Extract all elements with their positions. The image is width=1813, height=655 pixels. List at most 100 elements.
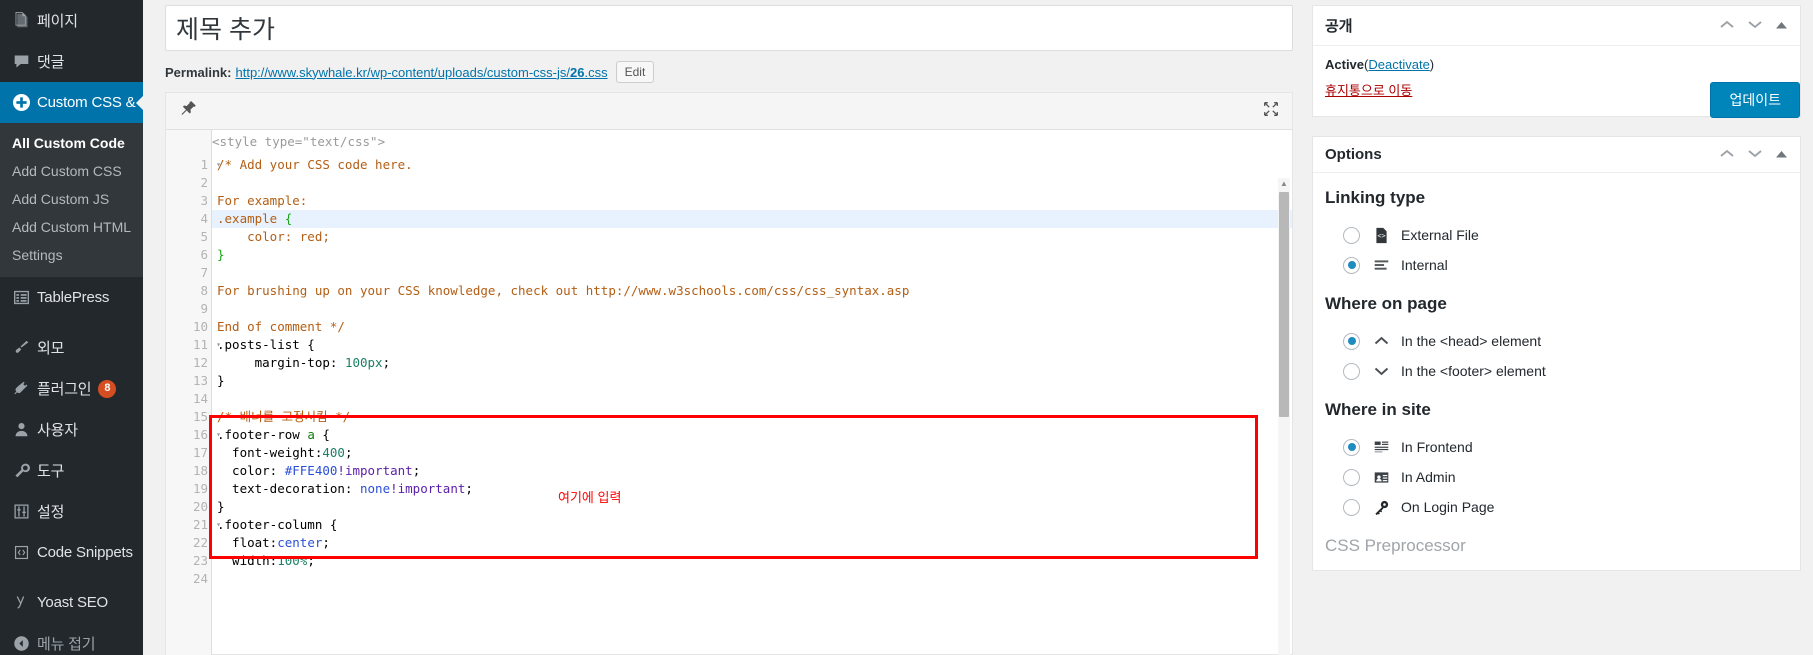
toggle-panel-icon[interactable] [1775, 19, 1788, 32]
sidebar-item-pages[interactable]: 페이지 [0, 0, 143, 41]
sidebar-item-tools[interactable]: 도구 [0, 450, 143, 491]
sidebar-item-plugins[interactable]: 플러그인 8 [0, 368, 143, 409]
line-number: 9 [200, 301, 208, 316]
code-token: #FFE400 [284, 463, 338, 478]
submenu-item-all-custom-code[interactable]: All Custom Code [0, 129, 143, 157]
code-line[interactable]: text-decoration: none!important; [212, 480, 1292, 498]
toggle-panel-icon[interactable] [1775, 148, 1788, 161]
publish-status-row: Active(Deactivate) [1325, 57, 1788, 72]
custom-css-js-submenu: All Custom Code Add Custom CSS Add Custo… [0, 123, 143, 277]
chevron-down-icon[interactable] [1747, 19, 1763, 32]
code-line[interactable] [212, 390, 1292, 408]
sidebar-item-appearance[interactable]: 외모 [0, 327, 143, 368]
sidebar-item-yoast-seo[interactable]: Yoast SEO [0, 582, 143, 623]
line-number: 7 [200, 265, 208, 280]
sidebar-item-settings[interactable]: 설정 [0, 491, 143, 532]
code-line[interactable]: /* Add your CSS code here. [212, 156, 1292, 174]
sidebar-item-users[interactable]: 사용자 [0, 409, 143, 450]
code-line[interactable]: End of comment */ [212, 318, 1292, 336]
table-icon [8, 289, 34, 306]
radio-button[interactable] [1343, 362, 1360, 380]
option-group-title: Where in site [1325, 400, 1431, 419]
code-line[interactable]: float:center; [212, 534, 1292, 552]
sidebar-item-comments[interactable]: 댓글 [0, 41, 143, 82]
radio-option-label: External File [1401, 227, 1479, 243]
code-line[interactable]: } [212, 498, 1292, 516]
code-line-numbers: 1 ▾ 2 3 4 5 6 7 8 9 10 11 ▾ 12 13 14 15 ▾ 16 ▾ 17 18 19 20 21 ▾ 22… [166, 130, 221, 655]
update-button[interactable]: 업데이트 [1710, 82, 1800, 118]
code-line[interactable]: .footer-column { [212, 516, 1292, 534]
sidebar-item-label: 외모 [37, 340, 65, 357]
radio-option-internal[interactable]: Internal [1343, 250, 1788, 280]
code-line[interactable]: /* 배너를 고정시킴 */ [212, 408, 1292, 426]
radio-option-in-admin[interactable]: In Admin [1343, 462, 1788, 492]
pin-icon[interactable] [178, 99, 198, 124]
sidebar-collapse-menu[interactable]: 메뉴 접기 [0, 623, 143, 655]
radio-button[interactable] [1343, 226, 1360, 244]
submenu-item-add-custom-css[interactable]: Add Custom CSS [0, 157, 143, 185]
code-line[interactable]: } [212, 372, 1292, 390]
submenu-item-add-custom-html[interactable]: Add Custom HTML [0, 213, 143, 241]
post-title-input[interactable] [165, 5, 1293, 51]
code-token: End of comment */ [217, 319, 345, 334]
radio-option-label: In Frontend [1401, 439, 1473, 455]
code-line[interactable]: font-weight:400; [212, 444, 1292, 462]
code-line[interactable]: } [212, 246, 1292, 264]
scrollbar-thumb[interactable] [1279, 192, 1289, 417]
permalink-url[interactable]: http://www.skywhale.kr/wp-content/upload… [235, 65, 607, 80]
radio-option-in-the-footer-element[interactable]: In the <footer> element [1343, 356, 1788, 386]
line-number: 24 [192, 571, 208, 586]
line-number: 13 [192, 373, 208, 388]
code-line[interactable] [212, 300, 1292, 318]
code-token: } [217, 499, 225, 514]
code-line[interactable] [212, 174, 1292, 192]
radio-button[interactable] [1343, 256, 1360, 274]
radio-option-in-frontend[interactable]: In Frontend [1343, 432, 1788, 462]
post-editor-column: Permalink: http://www.skywhale.kr/wp-con… [165, 0, 1293, 655]
submenu-item-settings[interactable]: Settings [0, 241, 143, 269]
line-number: 17 [192, 445, 208, 460]
chevron-up-icon[interactable] [1719, 148, 1735, 161]
chevron-up-icon[interactable] [1719, 19, 1735, 32]
scroll-up-arrow-icon[interactable]: ▲ [1278, 178, 1290, 190]
line-number: 3 [200, 193, 208, 208]
code-line[interactable] [212, 264, 1292, 282]
submenu-item-add-custom-js[interactable]: Add Custom JS [0, 185, 143, 213]
code-text-area[interactable]: /* Add your CSS code here. For example:.… [212, 130, 1292, 655]
publish-box-title: 공개 [1325, 18, 1353, 35]
sidebar-item-tablepress[interactable]: TablePress [0, 277, 143, 318]
code-token: color: red; [217, 229, 330, 244]
code-line[interactable] [212, 570, 1292, 588]
code-editor-body[interactable]: <style type="text/css"> 1 ▾ 2 3 4 5 6 7 8 9 10 11 ▾ 1… [166, 130, 1292, 655]
radio-button[interactable] [1343, 468, 1360, 486]
code-line[interactable]: color: red; [212, 228, 1292, 246]
code-line[interactable]: For brushing up on your CSS knowledge, c… [212, 282, 1292, 300]
radio-button[interactable] [1343, 498, 1360, 516]
sidebar-divider [0, 573, 143, 582]
code-line[interactable]: .footer-row a { [212, 426, 1292, 444]
code-line[interactable]: .posts-list { [212, 336, 1292, 354]
code-line[interactable]: margin-top: 100px; [212, 354, 1292, 372]
radio-option-in-the-head-element[interactable]: In the <head> element [1343, 326, 1788, 356]
frontend-layout-icon [1371, 439, 1391, 456]
edit-permalink-button[interactable]: Edit [615, 61, 655, 83]
code-line[interactable]: For example: [212, 192, 1292, 210]
code-line[interactable]: width:100%; [212, 552, 1292, 570]
options-box: Options Linking type <> External File Int [1312, 136, 1801, 571]
options-box-body: Linking type <> External File Internal Where… [1313, 173, 1800, 570]
sidebar-item-custom-css-js[interactable]: Custom CSS & JS [0, 82, 143, 123]
chevron-down-icon[interactable] [1747, 148, 1763, 161]
radio-option-external-file[interactable]: <> External File [1343, 220, 1788, 250]
sidebar-item-code-snippets[interactable]: Code Snippets [0, 532, 143, 573]
radio-option-on-login-page[interactable]: On Login Page [1343, 492, 1788, 522]
line-number: 19 [192, 481, 208, 496]
code-token: /* 배너를 고정시킴 */ [217, 409, 351, 424]
fullscreen-expand-icon[interactable] [1262, 101, 1280, 122]
radio-button[interactable] [1343, 438, 1360, 456]
code-line[interactable]: .example { [212, 210, 1292, 228]
code-vertical-scrollbar[interactable]: ▲ [1278, 178, 1290, 655]
code-editor-toolbar [166, 93, 1292, 130]
code-line[interactable]: color: #FFE400!important; [212, 462, 1292, 480]
deactivate-link[interactable]: Deactivate [1368, 57, 1429, 72]
radio-button[interactable] [1343, 332, 1360, 350]
